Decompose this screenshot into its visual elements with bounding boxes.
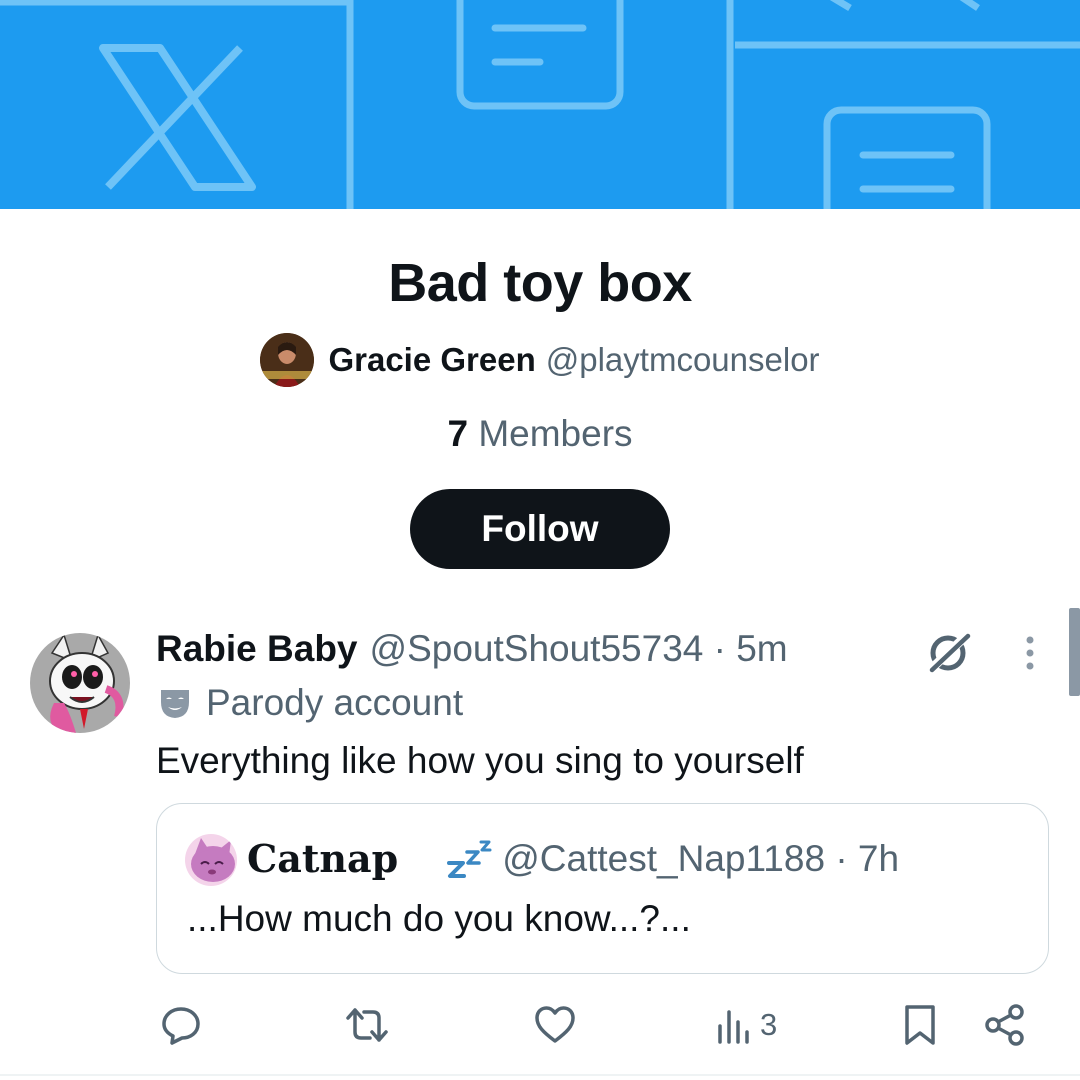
quote-text: ...How much do you know...?...	[187, 898, 691, 939]
post-author-avatar[interactable]	[30, 633, 130, 733]
owner-handle[interactable]: @playtmcounselor	[546, 341, 820, 379]
repost-icon	[346, 1008, 388, 1042]
member-count-value: 7	[447, 413, 469, 454]
reply-button[interactable]	[160, 1000, 202, 1050]
list-banner	[0, 0, 1080, 209]
divider	[0, 1074, 1080, 1076]
share-button[interactable]	[984, 1000, 1026, 1050]
views-icon	[718, 1010, 749, 1044]
quote-author-meta[interactable]: @Cattest_Nap1188 · 7h	[502, 838, 899, 880]
list-title: Bad toy box	[388, 253, 692, 313]
members-count[interactable]: 7 Members	[0, 413, 1080, 455]
quoted-post[interactable]: Catnap @Cattest_Nap1188 · 7h ...How much…	[156, 803, 1049, 974]
reply-icon	[162, 1007, 200, 1045]
owner-avatar[interactable]	[260, 333, 315, 387]
like-button[interactable]	[533, 1000, 577, 1050]
members-label: Members	[478, 413, 633, 454]
views-button[interactable]: 3	[716, 1000, 777, 1050]
share-icon	[985, 1004, 1024, 1046]
scrollbar-thumb[interactable]	[1069, 608, 1080, 696]
quote-author-avatar[interactable]	[185, 834, 237, 886]
post-actions: 3	[0, 1000, 1080, 1050]
quote-author-name[interactable]: Catnap	[247, 836, 398, 881]
like-icon	[535, 1006, 575, 1043]
x-logo-icon	[99, 44, 256, 191]
post-text: Everything like how you sing to yourself	[156, 740, 804, 781]
more-icon[interactable]	[1014, 634, 1046, 674]
parody-account-label: Parody account	[158, 682, 463, 724]
parody-mask-icon	[161, 690, 189, 718]
bookmark-button[interactable]	[902, 1000, 938, 1050]
follow-button[interactable]: Follow	[410, 489, 670, 569]
repost-button[interactable]	[344, 1000, 390, 1050]
owner-name[interactable]: Gracie Green	[328, 341, 535, 379]
crescent-moon-emoji	[400, 837, 444, 881]
post-author-meta[interactable]: @SpoutShout55734 · 5m	[370, 628, 788, 670]
banner-pattern	[0, 0, 1080, 209]
post-author-name[interactable]: Rabie Baby	[156, 628, 358, 670]
quote-header: Catnap @Cattest_Nap1188 · 7h	[247, 836, 899, 881]
grok-icon[interactable]	[924, 628, 972, 676]
list-owner[interactable]: Gracie Green @playtmcounselor	[0, 333, 1080, 387]
parody-label-text: Parody account	[206, 682, 464, 723]
bookmark-icon	[905, 1005, 935, 1045]
post-header: Rabie Baby @SpoutShout55734 · 5m	[156, 628, 788, 670]
views-count: 3	[760, 1007, 778, 1042]
zzz-emoji	[446, 839, 492, 879]
